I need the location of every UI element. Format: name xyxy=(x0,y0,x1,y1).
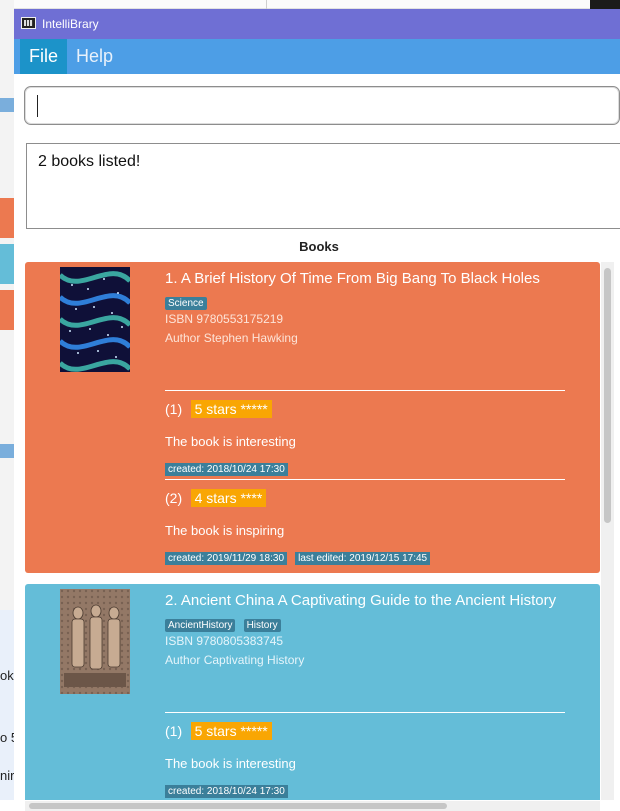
text-caret xyxy=(37,95,38,117)
title-bar[interactable]: IntelliBrary xyxy=(14,9,620,39)
review-rating: (1) 5 stars ***** xyxy=(165,400,272,418)
book-isbn: ISBN 9780805383745 xyxy=(165,634,284,648)
book-cover-image xyxy=(60,267,130,372)
stars-badge: 4 stars **** xyxy=(190,489,267,507)
book-list-title: Books xyxy=(299,239,339,254)
created-stamp: created: 2018/10/24 17:30 xyxy=(165,785,288,798)
menu-bar: File Help xyxy=(14,39,620,74)
background-strip xyxy=(0,98,14,112)
divider xyxy=(165,479,565,480)
command-input[interactable] xyxy=(35,93,605,119)
book-cover-image xyxy=(60,589,130,694)
main-content: 2 books listed! Books 1. A Brief History… xyxy=(14,74,620,811)
background-strip xyxy=(0,244,14,284)
background-strip xyxy=(0,198,14,238)
review-stamps: created: 2018/10/24 17:30 xyxy=(165,779,291,798)
edited-stamp: last edited: 2019/12/15 17:45 xyxy=(295,552,431,565)
stars-badge: 5 stars ***** xyxy=(190,722,272,740)
background-text: ok xyxy=(0,668,14,683)
result-message: 2 books listed! xyxy=(38,153,141,170)
book-title: 1. A Brief History Of Time From Big Bang… xyxy=(165,270,540,287)
review-index: (2) xyxy=(165,490,183,506)
scrollbar-thumb[interactable] xyxy=(604,268,611,523)
background-strip xyxy=(0,444,14,458)
created-stamp: created: 2019/11/29 18:30 xyxy=(165,552,288,565)
book-isbn: ISBN 9780553175219 xyxy=(165,312,284,326)
horizontal-scrollbar[interactable] xyxy=(25,801,600,811)
review-text: The book is interesting xyxy=(165,434,296,449)
review-rating: (1) 5 stars ***** xyxy=(165,722,272,740)
tag-list: Science xyxy=(165,291,210,310)
background-divider xyxy=(266,0,267,9)
divider xyxy=(165,390,565,391)
app-window: IntelliBrary File Help 2 books listed! B… xyxy=(14,9,620,811)
scrollbar-thumb[interactable] xyxy=(29,803,447,809)
book-card[interactable]: 1. A Brief History Of Time From Big Bang… xyxy=(25,262,600,573)
review-index: (1) xyxy=(165,401,183,417)
app-icon xyxy=(21,17,36,29)
tag-badge: History xyxy=(243,619,281,632)
tag-badge: AncientHistory xyxy=(165,619,236,632)
result-display: 2 books listed! xyxy=(26,143,620,229)
review-stamps: created: 2019/11/29 18:30 last edited: 2… xyxy=(165,546,433,565)
stars-badge: 5 stars ***** xyxy=(190,400,272,418)
book-author: Author Stephen Hawking xyxy=(165,331,298,345)
review-rating: (2) 4 stars **** xyxy=(165,489,267,507)
menu-file[interactable]: File xyxy=(20,39,68,74)
created-stamp: created: 2018/10/24 17:30 xyxy=(165,463,288,476)
book-title: 2. Ancient China A Captivating Guide to … xyxy=(165,592,557,609)
review-index: (1) xyxy=(165,723,183,739)
background-window-edge xyxy=(0,0,620,9)
book-list[interactable]: 1. A Brief History Of Time From Big Bang… xyxy=(25,262,600,800)
review-stamps: created: 2018/10/24 17:30 xyxy=(165,457,291,476)
vertical-scrollbar[interactable] xyxy=(601,262,614,800)
background-text: nir xyxy=(0,768,15,783)
menu-help[interactable]: Help xyxy=(67,39,122,74)
window-title: IntelliBrary xyxy=(42,17,99,31)
tag-list: AncientHistory History xyxy=(165,613,284,632)
divider xyxy=(165,712,565,713)
book-author: Author Captivating History xyxy=(165,653,305,667)
review-text: The book is interesting xyxy=(165,756,296,771)
tag-badge: Science xyxy=(165,297,207,310)
book-card[interactable]: 2. Ancient China A Captivating Guide to … xyxy=(25,584,600,800)
review-text: The book is inspiring xyxy=(165,523,285,538)
background-strip xyxy=(0,290,14,330)
command-box[interactable] xyxy=(24,86,620,125)
